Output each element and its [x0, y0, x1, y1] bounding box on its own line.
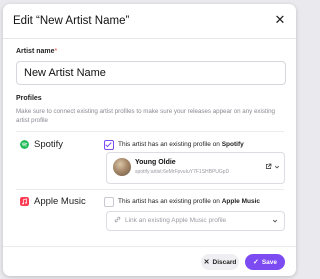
- apple-music-checkbox-service: Apple Music: [221, 198, 260, 205]
- footer-divider: [3, 246, 296, 247]
- spotify-profile-uri: spotify:artist:6eMrFpvuIuY7F1SHBPUGpD: [135, 169, 230, 175]
- apple-music-checkbox-label: This artist has an existing profile on A…: [118, 198, 260, 205]
- profiles-description: Make sure to connect existing artist pro…: [16, 108, 275, 124]
- close-icon[interactable]: ✕: [273, 13, 287, 27]
- apple-music-service-name: Apple Music: [34, 196, 86, 207]
- spotify-service-name: Spotify: [34, 139, 64, 150]
- divider: [16, 131, 284, 132]
- spotify-profile-select[interactable]: Young Oldie spotify:artist:6eMrFpvuIuY7F…: [106, 152, 285, 184]
- profiles-heading: Profiles: [16, 95, 42, 102]
- apple-music-existing-profile-checkbox[interactable]: [104, 197, 114, 207]
- chevron-down-icon[interactable]: [274, 164, 280, 170]
- link-icon: [114, 216, 121, 223]
- apple-music-checkbox-text: This artist has an existing profile on: [118, 198, 220, 205]
- edit-artist-modal: Edit “New Artist Name” ✕ Artist name* Pr…: [3, 4, 296, 276]
- spotify-checkbox-service: Spotify: [221, 141, 244, 148]
- artist-name-input[interactable]: [16, 61, 286, 85]
- external-link-icon[interactable]: [265, 163, 272, 170]
- chevron-down-icon: [272, 219, 278, 223]
- spotify-existing-profile-checkbox[interactable]: [104, 140, 114, 150]
- required-marker: *: [54, 48, 58, 55]
- discard-button[interactable]: ✕ Discard: [201, 254, 239, 270]
- apple-music-link-select[interactable]: Link an existing Apple Music profile: [106, 211, 285, 231]
- artist-name-label: Artist name*: [16, 48, 57, 55]
- apple-music-link-placeholder: Link an existing Apple Music profile: [125, 217, 227, 224]
- discard-label: Discard: [212, 258, 237, 266]
- divider: [16, 189, 284, 190]
- modal-header: Edit “New Artist Name” ✕: [3, 4, 296, 39]
- apple-music-icon: [20, 197, 29, 206]
- check-icon: ✓: [252, 259, 259, 266]
- spotify-profile-name: Young Oldie: [135, 159, 176, 166]
- save-button[interactable]: ✓ Save: [245, 254, 285, 270]
- spotify-checkbox-text: This artist has an existing profile on: [118, 141, 220, 148]
- close-icon: ✕: [203, 259, 210, 266]
- modal-title: Edit “New Artist Name”: [13, 15, 130, 27]
- spotify-icon: [20, 140, 29, 149]
- save-label: Save: [261, 258, 278, 266]
- spotify-checkbox-label: This artist has an existing profile on S…: [118, 141, 244, 148]
- avatar: [113, 158, 131, 176]
- artist-name-label-text: Artist name: [16, 48, 55, 55]
